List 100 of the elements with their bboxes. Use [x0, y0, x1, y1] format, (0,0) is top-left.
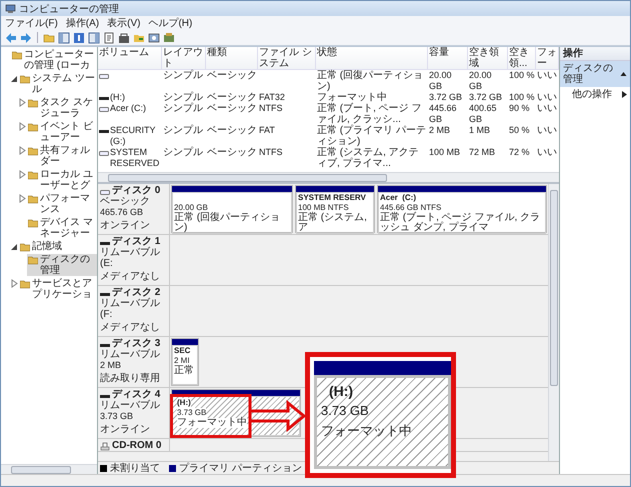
vertical-scrollbar[interactable] [548, 184, 559, 461]
panel-icon[interactable] [88, 32, 100, 44]
tree-item[interactable]: 記憶域 [19, 241, 63, 252]
menu-item[interactable]: 表示(V) [107, 16, 140, 30]
partition-size: 3.73 GB [177, 408, 206, 418]
horizontal-scrollbar[interactable] [1, 464, 97, 474]
document-icon[interactable] [103, 32, 115, 44]
tree-item[interactable]: 共有フォルダー [27, 145, 97, 167]
table-cell-text: いい [536, 70, 558, 83]
actions-header: 操作 [560, 47, 630, 61]
tree-item[interactable]: コンピューターの管理 (ローカ [11, 49, 97, 71]
partition-status: 正常 (回復パーティション) [174, 213, 282, 233]
partition-status: フォーマット中 [177, 418, 247, 428]
drive-icon [99, 72, 109, 80]
menu-item[interactable]: ヘルプ(H) [148, 16, 192, 30]
menu-item[interactable]: ファイル(F) [5, 16, 58, 30]
partition-name: (H:) [177, 398, 191, 408]
table-cell-text: 100 % [508, 70, 536, 82]
column-header[interactable]: 状態 [316, 47, 428, 70]
expand-arrow-icon[interactable] [19, 122, 26, 131]
table-cell-text: 445.66 GB [428, 103, 458, 125]
tree-item[interactable]: システム ツール [19, 73, 97, 95]
panel-icon[interactable] [58, 32, 70, 44]
partition-block[interactable]: SYSTEM RESERV 100 MB NTFS 正常 (システム, ア [295, 185, 375, 233]
expand-arrow-icon[interactable] [11, 279, 18, 288]
column-header[interactable]: 種類 [206, 47, 258, 70]
tree-item[interactable]: サービスとアプリケーショ [19, 278, 97, 300]
info-icon[interactable] [73, 32, 85, 44]
table-cell-text: SYSTEM RESERVED [110, 147, 160, 169]
disk-type: リムーバブル (E: [100, 247, 161, 269]
expand-arrow-icon[interactable] [19, 170, 26, 179]
table-cell-text: 正常 (回復パーティション) [316, 70, 424, 92]
column-header[interactable]: フォー [536, 47, 559, 70]
menu-item[interactable]: 操作(A) [66, 16, 100, 30]
drive-icon [99, 105, 109, 113]
table-cell-text: 正常 (ブート, ページ ファイル, クラッシ... [316, 103, 422, 125]
expand-arrow-icon[interactable] [19, 98, 26, 107]
table-cell-text: 400.65 GB [468, 103, 498, 125]
toolbox-icon[interactable] [118, 32, 130, 44]
collapse-arrow-icon[interactable] [11, 242, 18, 251]
table-cell-text: いい [536, 103, 558, 116]
column-header[interactable]: ファイル システム [258, 47, 316, 70]
tree-item[interactable]: タスク スケジューラ [27, 97, 97, 119]
partition-status: 正常 [174, 366, 195, 376]
table-cell-text: 72 MB [468, 147, 496, 159]
partition-size: 2 MI [174, 356, 190, 365]
disk-name: CD-ROM 0 [112, 440, 162, 451]
collapse-arrow-icon[interactable] [11, 74, 18, 83]
table-cell-text: 90 % [508, 103, 531, 115]
disk-type: ベーシック [100, 196, 151, 207]
disk-size: 465.76 GB [100, 207, 144, 218]
table-cell-text: 20.00 GB [428, 70, 453, 92]
back-icon[interactable] [5, 32, 17, 44]
disk-name: ディスク 1 [112, 236, 160, 247]
table-cell-text: NTFS [258, 103, 284, 115]
horizontal-scrollbar[interactable] [98, 172, 559, 182]
partition-size: 100 MB NTFS [298, 203, 350, 212]
tree-item[interactable]: イベント ビューアー [27, 121, 97, 143]
folder-icon [20, 74, 30, 84]
table-cell-text: シンプル [162, 103, 204, 116]
tree-item[interactable]: パフォーマンス [27, 193, 97, 215]
disk-name: ディスク 4 [112, 389, 160, 400]
expand-arrow-icon[interactable] [19, 146, 26, 155]
actions-section[interactable]: ディスクの管理 [560, 61, 630, 87]
tree-item[interactable]: ディスクの管理 [27, 254, 97, 276]
tree-item[interactable]: デバイス マネージャー [27, 217, 97, 239]
table-cell-text: ベーシック [206, 70, 258, 83]
action-item[interactable]: 他の操作 [560, 87, 630, 102]
table-cell: (H:) [110, 92, 125, 103]
table-cell-text: いい [536, 92, 558, 103]
tree-item[interactable]: ローカル ユーザーとグ [27, 169, 97, 191]
partition-block[interactable]: SEC 2 MI 正常 [171, 338, 199, 386]
table-cell: 100 % [508, 92, 536, 103]
disk-status: 読み取り専用 [100, 373, 161, 384]
partition-name: SEC [174, 346, 192, 356]
column-header[interactable]: 容量 [428, 47, 468, 70]
disk-status: オンライン [100, 220, 151, 231]
column-header[interactable]: レイアウト [162, 47, 206, 70]
table-cell-text: シンプル [162, 70, 204, 83]
partition-block[interactable]: 20.00 GB 正常 (回復パーティション) [171, 185, 293, 233]
folder-icon [12, 50, 22, 60]
submenu-arrow-icon [622, 91, 627, 98]
forward-icon[interactable] [20, 32, 32, 44]
column-header[interactable]: ボリューム [98, 47, 162, 70]
expand-arrow-icon[interactable] [19, 194, 26, 203]
legend-label: プライマリ パーティション [179, 462, 302, 474]
drive-icon [100, 188, 110, 196]
table-cell-text: NTFS [258, 147, 284, 159]
partition-name: (H:) [328, 382, 354, 401]
disk-type: リムーバブル [100, 400, 161, 411]
table-cell-text: ベーシック [206, 147, 258, 160]
partition-status: 正常 (システム, ア [298, 213, 368, 233]
table-cell-text: フォーマット中 [316, 92, 388, 103]
table-cell-text: 3.72 GB [428, 92, 464, 103]
collapse-icon[interactable] [620, 71, 627, 77]
disk-name: ディスク 2 [112, 287, 160, 298]
removable-drive-icon [99, 94, 109, 102]
column-header[interactable]: 空き領域 [468, 47, 508, 70]
column-header[interactable]: 空き領... [508, 47, 536, 70]
partition-block[interactable]: Acer (C:) 445.66 GB NTFS 正常 (ブート, ページ ファイル, クラッシュ ダンプ, プライマ [377, 185, 547, 233]
